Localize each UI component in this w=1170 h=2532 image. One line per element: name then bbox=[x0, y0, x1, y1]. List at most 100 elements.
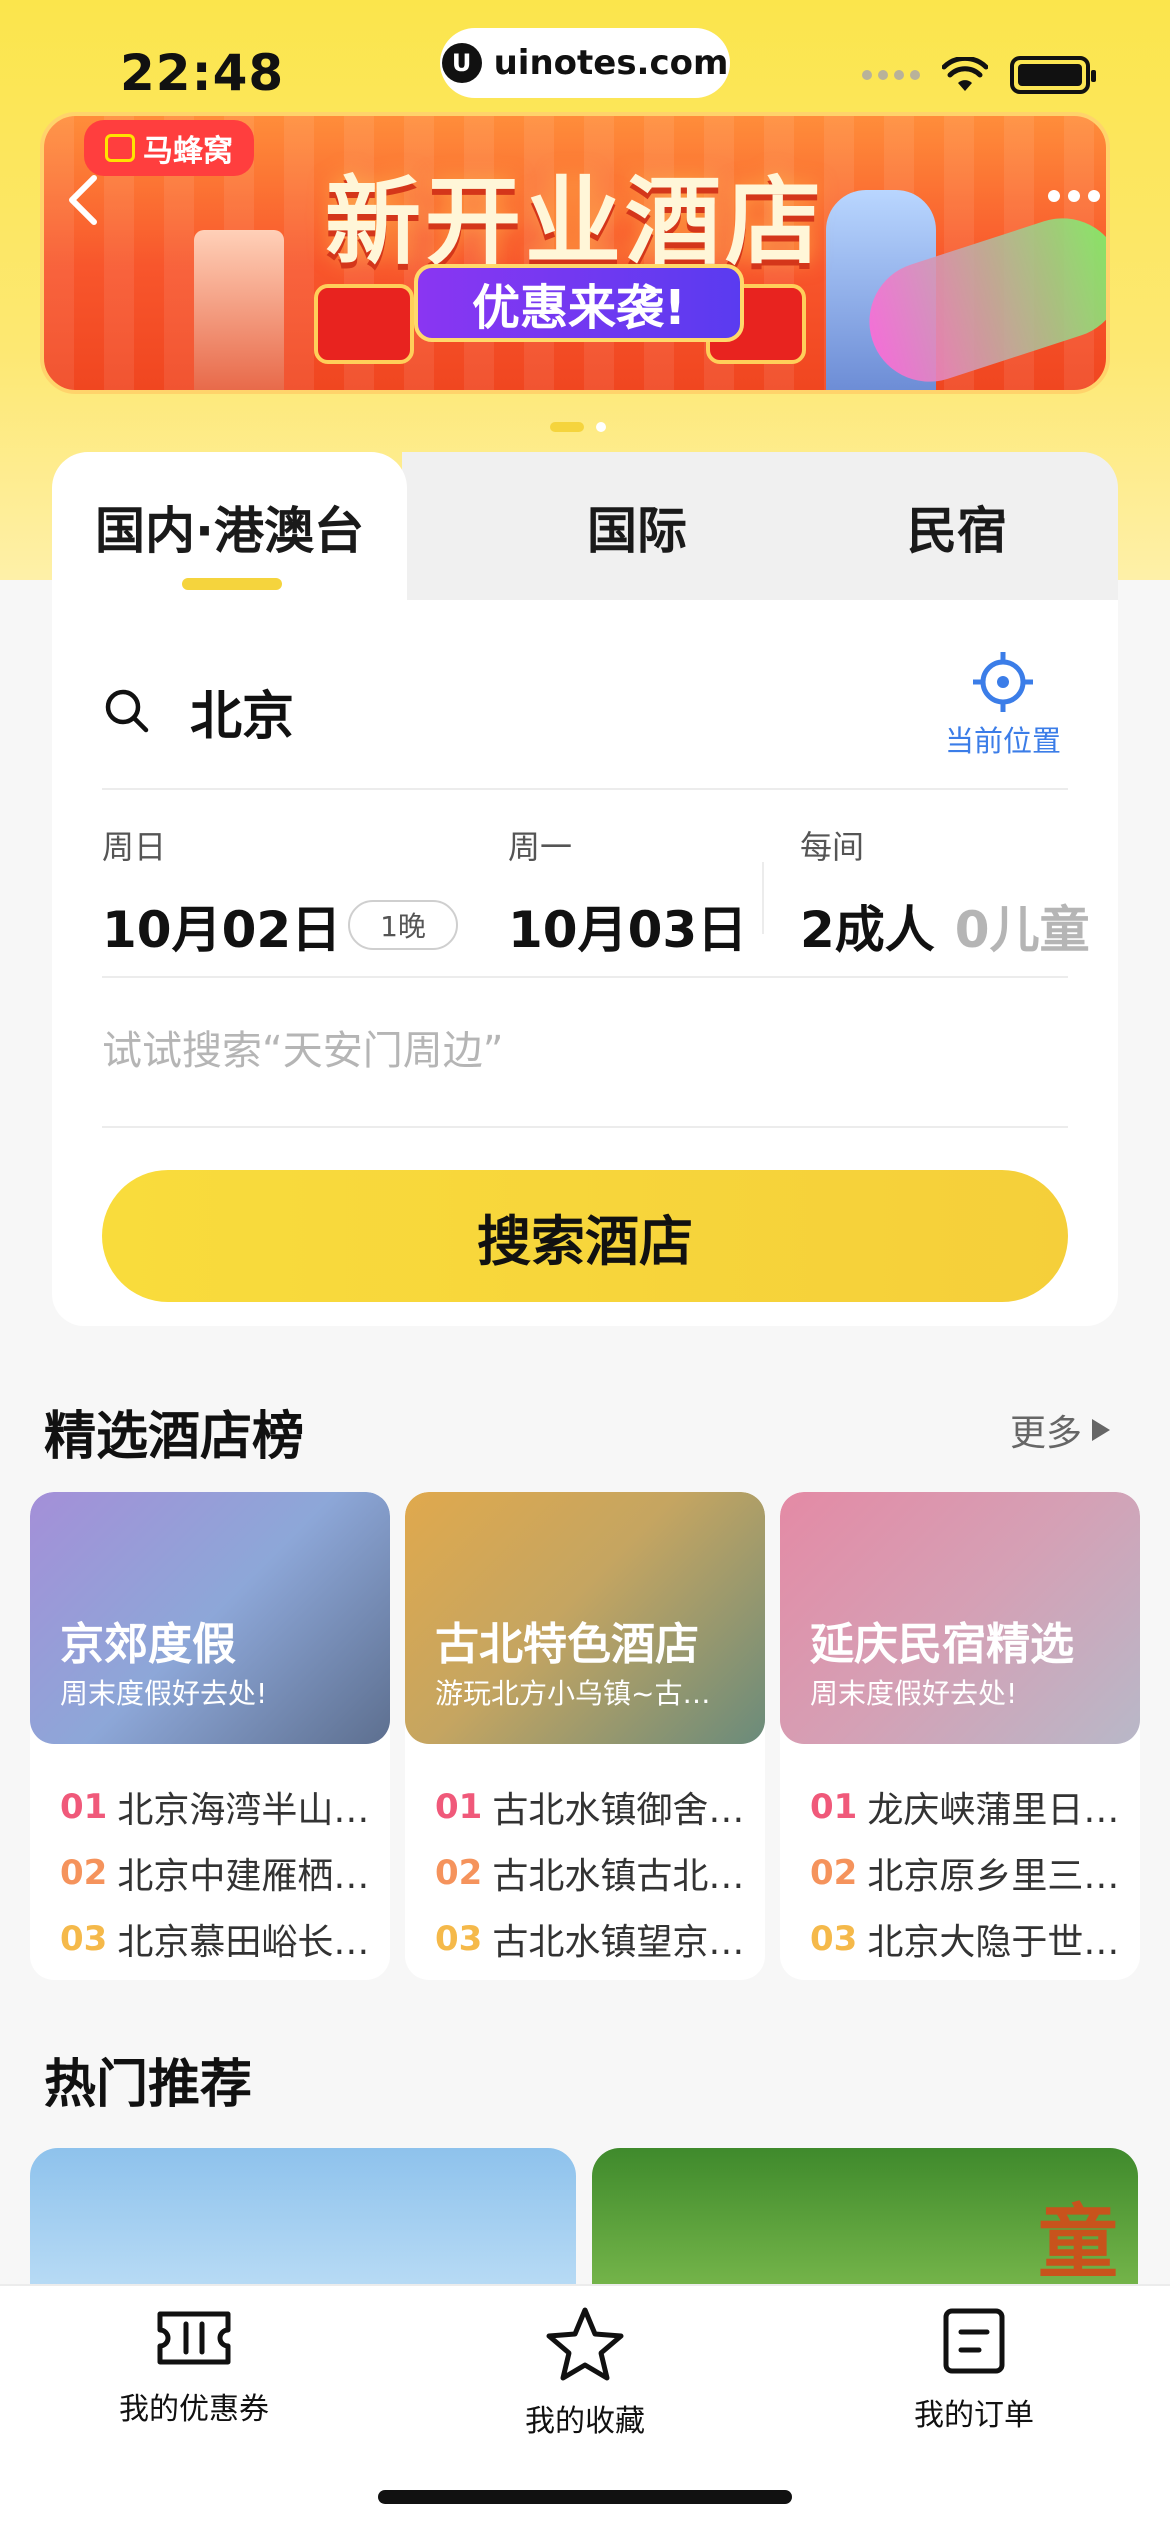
url-text: uinotes.com bbox=[493, 43, 729, 83]
rank-number: 01 bbox=[435, 1787, 483, 1827]
page-dot bbox=[596, 422, 606, 432]
ranking-item[interactable]: 03 北京慕田峪长… bbox=[60, 1906, 370, 1972]
nav-label: 我的优惠券 bbox=[119, 2392, 269, 2427]
gift-decoration bbox=[314, 284, 414, 364]
rank-number: 02 bbox=[810, 1853, 858, 1893]
status-indicators bbox=[862, 56, 1096, 94]
banner-subtitle: 优惠来袭! bbox=[414, 264, 744, 342]
nav-label: 我的收藏 bbox=[525, 2404, 645, 2439]
rank-number: 02 bbox=[435, 1853, 483, 1893]
checkout-date-picker[interactable]: 周一 10月03日 bbox=[508, 822, 747, 962]
checkin-weekday: 周日 bbox=[102, 828, 167, 866]
rank-number: 01 bbox=[810, 1787, 858, 1827]
hotel-name: 龙庆峡蒲里日… bbox=[867, 1790, 1120, 1831]
nav-orders[interactable]: 我的订单 bbox=[854, 2306, 1094, 2434]
hotel-name: 北京大隐于世… bbox=[867, 1922, 1120, 1963]
hotel-name: 古北水镇望京… bbox=[492, 1922, 745, 1963]
ticket-icon bbox=[157, 2311, 231, 2365]
nav-label: 我的订单 bbox=[914, 2398, 1034, 2433]
hotel-name: 古北水镇御舍… bbox=[492, 1790, 745, 1831]
more-options-icon[interactable] bbox=[1048, 190, 1100, 202]
nights-badge: 1晚 bbox=[348, 900, 458, 950]
hotel-name: 北京中建雁栖… bbox=[117, 1856, 370, 1897]
guest-count: 2成人 0儿童 bbox=[800, 890, 1090, 962]
ranking-card[interactable]: 古北特色酒店 游玩北方小乌镇~古… 01 古北水镇御舍… 02 古北水镇古北… 03… bbox=[405, 1492, 765, 1980]
checkin-date-picker[interactable]: 周日 10月02日 bbox=[102, 822, 341, 962]
divider bbox=[102, 788, 1068, 790]
rank-number: 03 bbox=[810, 1919, 858, 1959]
rank-number: 03 bbox=[60, 1919, 108, 1959]
ranking-title: 京郊度假 bbox=[60, 1619, 236, 1670]
ranking-item[interactable]: 01 北京海湾半山… bbox=[60, 1774, 370, 1840]
hotel-search-card: 国内·港澳台 国际 民宿 北京 当前位置 周日 10月02日 1晚 周一 10月… bbox=[52, 452, 1118, 1326]
hotel-name: 北京海湾半山… bbox=[117, 1790, 370, 1831]
more-label: 更多 bbox=[1009, 1413, 1082, 1454]
rankings-section-title: 精选酒店榜 bbox=[44, 1407, 305, 1467]
ranking-subtitle: 周末度假好去处! bbox=[810, 1677, 1018, 1710]
adult-count: 2成人 bbox=[800, 901, 935, 959]
search-tabs: 国内·港澳台 国际 民宿 bbox=[52, 452, 1118, 602]
search-form: 北京 当前位置 周日 10月02日 1晚 周一 10月03日 每间 2成人 0儿… bbox=[52, 600, 1118, 1326]
url-pill[interactable]: U uinotes.com bbox=[440, 28, 730, 98]
ranking-item[interactable]: 01 古北水镇御舍… bbox=[435, 1774, 745, 1840]
home-indicator bbox=[378, 2490, 792, 2504]
ranking-card[interactable]: 京郊度假 周末度假好去处! 01 北京海湾半山… 02 北京中建雁栖… 03 北京慕田… bbox=[30, 1492, 390, 1980]
ranking-title: 古北特色酒店 bbox=[435, 1619, 699, 1670]
ranking-item[interactable]: 01 龙庆峡蒲里日… bbox=[810, 1774, 1120, 1840]
hot-recommend-card[interactable]: 童 bbox=[592, 2148, 1138, 2288]
search-hotel-button[interactable]: 搜索酒店 bbox=[102, 1170, 1068, 1302]
current-location-button[interactable]: 当前位置 bbox=[938, 650, 1068, 760]
star-icon bbox=[546, 2307, 624, 2381]
ranking-subtitle: 游玩北方小乌镇~古… bbox=[435, 1677, 711, 1710]
hotel-name: 北京慕田峪长… bbox=[117, 1922, 370, 1963]
hotel-name: 北京原乡里三… bbox=[867, 1856, 1120, 1897]
keyword-search-input[interactable]: 试试搜索“天安门周边” bbox=[102, 1018, 503, 1076]
ranking-list: 01 龙庆峡蒲里日… 02 北京原乡里三… 03 北京大隐于世… bbox=[810, 1774, 1120, 1972]
ranking-item[interactable]: 02 北京中建雁栖… bbox=[60, 1840, 370, 1906]
room-label: 每间 bbox=[800, 828, 865, 866]
divider bbox=[102, 976, 1068, 978]
guests-picker[interactable]: 每间 2成人 0儿童 bbox=[800, 822, 1090, 962]
nav-favorites[interactable]: 我的收藏 bbox=[465, 2306, 705, 2440]
hot-section-title: 热门推荐 bbox=[44, 2055, 253, 2115]
wifi-icon bbox=[942, 57, 988, 91]
ranking-subtitle: 周末度假好去处! bbox=[60, 1677, 268, 1710]
locate-icon bbox=[973, 652, 1033, 712]
search-icon bbox=[105, 689, 149, 733]
banner-pagination bbox=[550, 422, 606, 432]
ranking-item[interactable]: 03 北京大隐于世… bbox=[810, 1906, 1120, 1972]
hotel-name: 古北水镇古北… bbox=[492, 1856, 745, 1897]
page-dot-active bbox=[550, 422, 584, 432]
tab-international[interactable]: 国际 bbox=[492, 452, 782, 602]
back-chevron-icon[interactable] bbox=[56, 170, 116, 230]
nav-coupons[interactable]: 我的优惠券 bbox=[74, 2306, 314, 2428]
rankings-more-link[interactable]: 更多 bbox=[1010, 1404, 1110, 1456]
ranking-item[interactable]: 02 北京原乡里三… bbox=[810, 1840, 1120, 1906]
order-icon bbox=[943, 2308, 1005, 2374]
ranking-item[interactable]: 03 古北水镇望京… bbox=[435, 1906, 745, 1972]
ranking-item[interactable]: 02 古北水镇古北… bbox=[435, 1840, 745, 1906]
tab-homestay[interactable]: 民宿 bbox=[812, 452, 1102, 602]
play-arrow-icon bbox=[1092, 1419, 1110, 1441]
banner-title: 新开业酒店 bbox=[325, 166, 825, 278]
card-sign-text: 童 bbox=[1038, 2196, 1118, 2288]
ranking-list: 01 北京海湾半山… 02 北京中建雁栖… 03 北京慕田峪长… bbox=[60, 1774, 370, 1972]
hot-recommend-card[interactable] bbox=[30, 2148, 576, 2288]
battery-icon bbox=[1010, 56, 1096, 94]
rank-number: 01 bbox=[60, 1787, 108, 1827]
destination-row[interactable]: 北京 当前位置 bbox=[102, 652, 1068, 782]
status-time: 22:48 bbox=[120, 44, 285, 102]
checkout-date: 10月03日 bbox=[508, 901, 748, 959]
ranking-list: 01 古北水镇御舍… 02 古北水镇古北… 03 古北水镇望京… bbox=[435, 1774, 745, 1972]
active-tab-indicator bbox=[182, 578, 282, 590]
promo-banner[interactable]: 马蜂窝 新开业酒店 优惠来袭! bbox=[40, 112, 1110, 394]
current-location-label: 当前位置 bbox=[944, 724, 1061, 758]
site-logo-icon: U bbox=[441, 43, 482, 83]
checkout-weekday: 周一 bbox=[508, 828, 573, 866]
divider bbox=[102, 1126, 1068, 1128]
destination-city[interactable]: 北京 bbox=[190, 674, 294, 749]
ranking-card[interactable]: 延庆民宿精选 周末度假好去处! 01 龙庆峡蒲里日… 02 北京原乡里三… 03 北京… bbox=[780, 1492, 1140, 1980]
checkin-date: 10月02日 bbox=[102, 901, 342, 959]
ranking-title: 延庆民宿精选 bbox=[810, 1619, 1074, 1670]
rank-number: 03 bbox=[435, 1919, 483, 1959]
